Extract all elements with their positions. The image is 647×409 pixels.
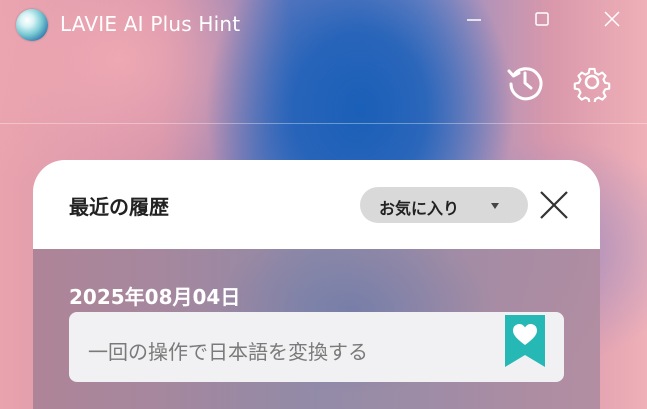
history-list: 2025年08月04日 一回の操作で日本語を変換する — [33, 249, 600, 409]
filter-dropdown[interactable]: お気に入り — [360, 187, 528, 223]
history-item-text: 一回の操作で日本語を変換する — [88, 340, 368, 364]
minimize-button[interactable] — [462, 8, 486, 32]
maximize-icon — [535, 12, 549, 26]
minimize-icon — [467, 19, 481, 21]
panel-close-button[interactable] — [536, 187, 572, 223]
history-clock-icon — [507, 67, 543, 101]
close-icon — [540, 191, 568, 219]
history-panel: 最近の履歴 お気に入り 2025年08月04日 一回の操作で日本語を変換する — [33, 160, 600, 409]
app-title: LAVIE AI Plus Hint — [60, 12, 241, 36]
title-bar: LAVIE AI Plus Hint — [0, 0, 647, 50]
history-date-label: 2025年08月04日 — [69, 285, 241, 309]
history-item[interactable]: 一回の操作で日本語を変換する — [69, 312, 564, 382]
app-logo-icon — [16, 9, 48, 41]
gear-icon — [573, 67, 611, 105]
maximize-button[interactable] — [530, 8, 554, 32]
favorite-bookmark-button[interactable] — [503, 315, 547, 369]
heart-bookmark-icon — [505, 315, 545, 367]
window-close-button[interactable] — [600, 8, 624, 32]
filter-selected-value: お気に入り — [379, 199, 460, 218]
history-panel-header: 最近の履歴 お気に入り — [33, 160, 600, 249]
dropdown-arrow-icon — [491, 203, 499, 209]
panel-title: 最近の履歴 — [69, 195, 169, 219]
history-button[interactable] — [505, 62, 545, 102]
close-icon — [604, 11, 620, 27]
header-divider — [0, 123, 647, 124]
settings-button[interactable] — [572, 62, 612, 105]
